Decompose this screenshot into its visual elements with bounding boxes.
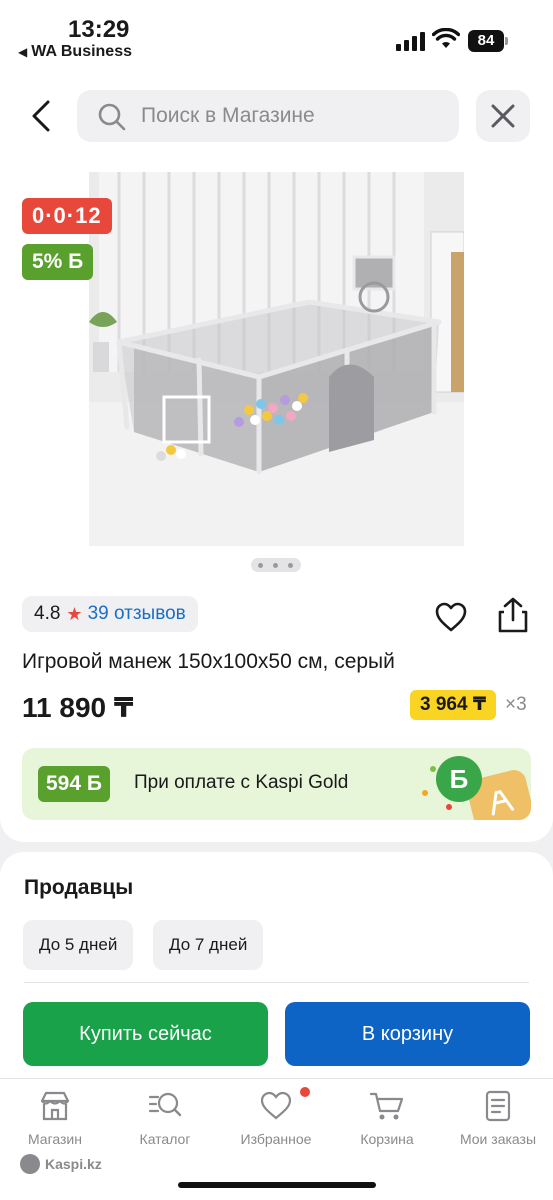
nav-item-favorites[interactable]: Избранное	[221, 1089, 331, 1153]
nav-label: Мои заказы	[459, 1131, 537, 1147]
pagination-dot	[258, 563, 263, 568]
sparkle-icon	[430, 766, 436, 772]
product-price: 11 890 ₸	[22, 692, 134, 723]
search-placeholder: Поиск в Магазине	[141, 104, 315, 127]
back-arrow-icon[interactable]	[22, 96, 62, 136]
pagination-dot-active	[273, 563, 278, 568]
star-icon: ★	[66, 604, 83, 624]
status-bar: 13:29 ◀ WA Business 84	[0, 0, 553, 80]
buy-now-button[interactable]: Купить сейчас	[23, 1002, 268, 1066]
back-to-app-link[interactable]: ◀ WA Business	[18, 43, 132, 61]
nav-item-catalog[interactable]: Каталог	[110, 1089, 220, 1153]
sellers-title: Продавцы	[24, 876, 134, 899]
bonus-coin-icon: Б	[436, 756, 482, 802]
nav-label: Магазин	[27, 1131, 82, 1147]
cart-icon	[369, 1092, 404, 1120]
kaspi-site-label: Kaspi.kz	[20, 1154, 102, 1174]
home-indicator[interactable]	[178, 1182, 376, 1188]
nav-item-store[interactable]: Магазин	[0, 1089, 110, 1153]
close-button[interactable]	[476, 90, 530, 142]
pagination-dot	[288, 563, 293, 568]
battery-icon: 84	[468, 30, 508, 52]
store-icon	[40, 1091, 70, 1121]
catalog-search-icon	[148, 1092, 182, 1117]
site-name: Kaspi.kz	[45, 1156, 102, 1172]
sparkle-icon	[422, 790, 428, 796]
timer-badge: 0·0·12	[22, 198, 112, 234]
reviews-link[interactable]: 39 отзывов	[88, 596, 186, 632]
nav-item-orders[interactable]: Мои заказы	[443, 1089, 553, 1153]
delivery-filter-chip[interactable]: До 5 дней	[23, 920, 134, 970]
divider	[24, 982, 529, 983]
notification-dot	[300, 1087, 310, 1097]
nav-label: Избранное	[240, 1131, 312, 1147]
product-title: Игровой манеж 150x100x50 см, серый	[22, 650, 395, 673]
back-triangle-icon: ◀	[18, 45, 28, 59]
rating-chip[interactable]: 4.8 ★ 39 отзывов	[22, 596, 198, 632]
close-icon	[491, 104, 515, 128]
search-icon	[98, 103, 126, 131]
nav-label: Корзина	[360, 1131, 414, 1147]
orders-icon	[485, 1090, 511, 1122]
kaspi-gold-banner[interactable]: 594 Б При оплате с Kaspi Gold Б	[22, 748, 531, 820]
playpen-illustration	[89, 172, 464, 546]
sparkle-icon	[446, 804, 452, 810]
add-to-cart-button[interactable]: В корзину	[285, 1002, 530, 1066]
image-pagination[interactable]	[251, 558, 301, 572]
back-app-label: WA Business	[31, 43, 132, 60]
status-time: 13:29	[68, 16, 130, 43]
installment-multiplier: ×3	[505, 694, 527, 715]
heart-icon	[260, 1091, 292, 1120]
installment-badge: 3 964 ₸	[410, 690, 497, 720]
product-card: Поиск в Магазине 0·0·12 5% Б 4.8 ★ 39 от…	[0, 80, 553, 842]
share-icon[interactable]	[496, 596, 530, 634]
kaspi-logo-icon	[20, 1154, 40, 1174]
nav-label: Каталог	[139, 1131, 191, 1147]
rating-value: 4.8	[34, 603, 61, 624]
delivery-filter-chip[interactable]: До 7 дней	[153, 920, 264, 970]
cellular-signal-icon	[396, 31, 426, 51]
favorite-heart-icon[interactable]	[434, 600, 468, 634]
bonus-badge: 5% Б	[22, 244, 94, 280]
nav-item-cart[interactable]: Корзина	[332, 1089, 442, 1153]
search-input[interactable]: Поиск в Магазине	[77, 90, 459, 142]
gold-banner-text: При оплате с Kaspi Gold	[134, 772, 349, 793]
product-image[interactable]	[89, 172, 464, 546]
wifi-icon	[432, 28, 460, 48]
gold-bonus-badge: 594 Б	[38, 766, 110, 802]
